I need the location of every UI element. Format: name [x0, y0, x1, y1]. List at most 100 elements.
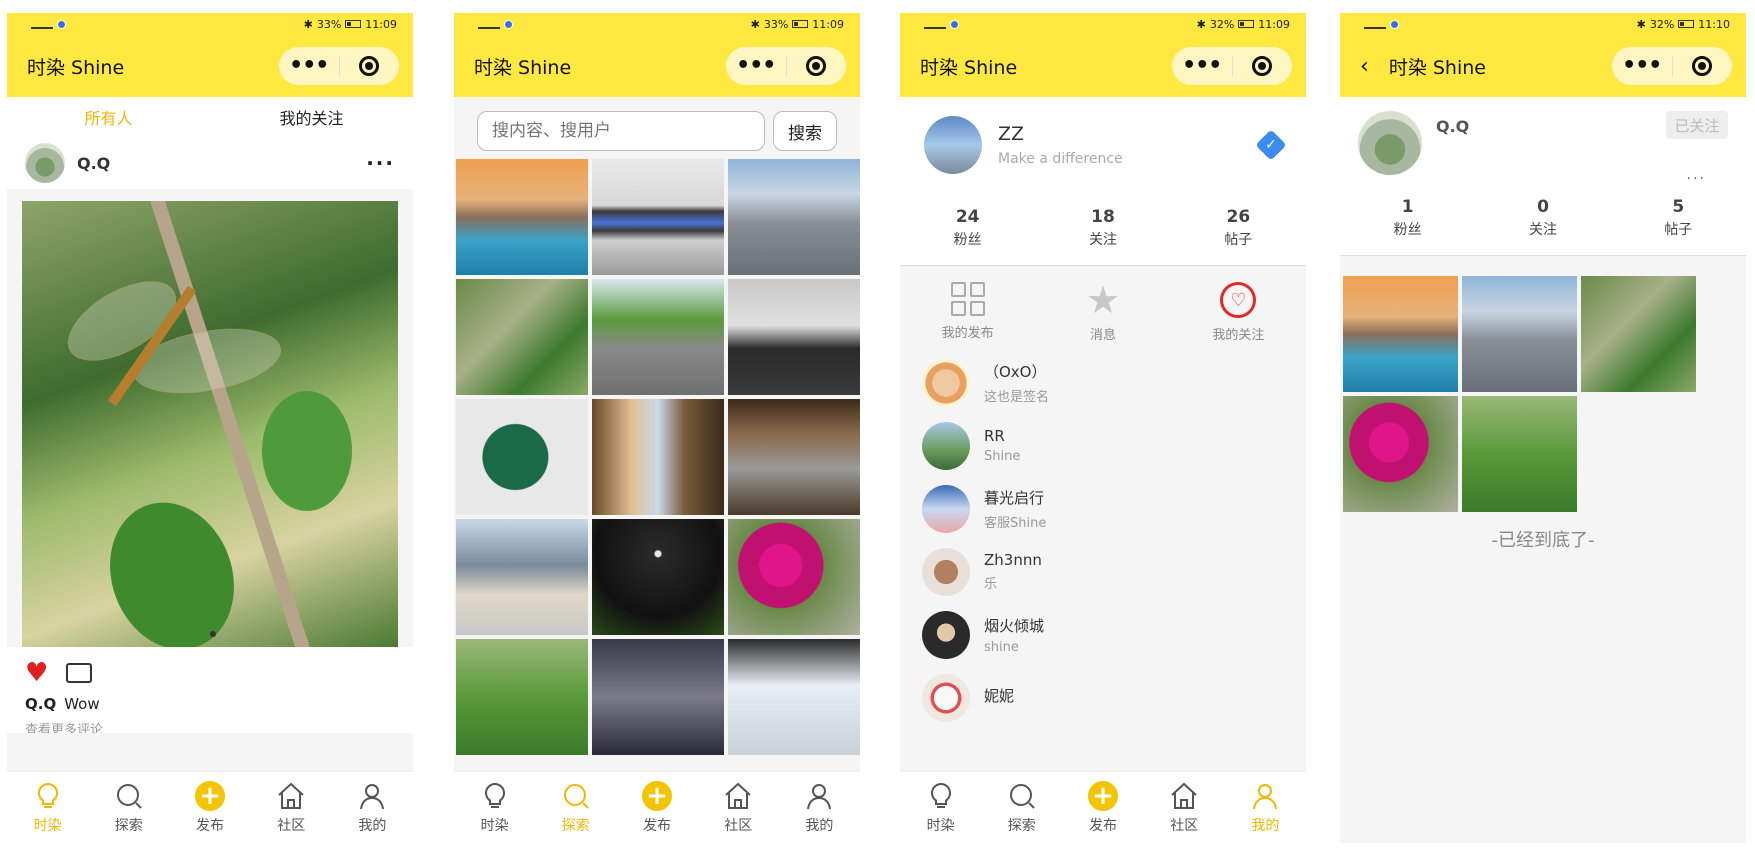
tab-community[interactable]: 社区: [1144, 772, 1225, 843]
post-username[interactable]: Q.Q: [77, 154, 366, 173]
photo-tile[interactable]: [728, 519, 860, 635]
tab-shiran[interactable]: 时染: [900, 772, 981, 843]
photo-tile[interactable]: [1343, 276, 1458, 392]
tab-explore[interactable]: 探索: [981, 772, 1062, 843]
profile-header: ZZ Make a difference ✓: [900, 97, 1306, 193]
tab-explore[interactable]: 探索: [88, 772, 169, 843]
list-item[interactable]: 妮妮: [922, 666, 1284, 729]
miniprogram-capsule: •••: [1612, 47, 1732, 85]
more-menu-icon[interactable]: •••: [726, 47, 786, 85]
clock: 11:10: [1698, 17, 1730, 31]
photo-tile[interactable]: [592, 159, 724, 275]
view-comments-link[interactable]: 查看更多评论: [7, 719, 413, 733]
photo-tile[interactable]: [728, 639, 860, 755]
avatar: [922, 673, 970, 722]
more-menu-icon[interactable]: •••: [279, 47, 339, 85]
app-title: 时染 Shine: [920, 56, 1018, 79]
heart-icon: ♡: [1220, 282, 1257, 318]
tab-everyone[interactable]: 所有人: [7, 105, 210, 129]
photo-tile[interactable]: [456, 399, 588, 515]
tab-community[interactable]: 社区: [698, 772, 779, 843]
stat-posts[interactable]: 5 帖子: [1611, 197, 1746, 239]
tab-me[interactable]: 我的: [779, 772, 860, 843]
following-list: （OxO） 这也是签名 RR Shine 暮光启行 客服Shine Zh3nnn 乐 烟…: [900, 351, 1306, 729]
tab-bar: 时染 探索 + 发布 社区 我的: [7, 771, 413, 843]
tab-publish[interactable]: + 发布: [169, 772, 250, 843]
photo-tile[interactable]: [592, 519, 724, 635]
photo-tile[interactable]: [592, 639, 724, 755]
caption-username[interactable]: Q.Q: [25, 695, 56, 713]
avatar[interactable]: [1358, 111, 1422, 175]
app-title: 时染 Shine: [27, 56, 125, 79]
photo-tile[interactable]: [456, 519, 588, 635]
photo-tile[interactable]: [456, 639, 588, 755]
tab-label: 时染: [926, 817, 955, 834]
tab-shiran[interactable]: 时染: [7, 772, 88, 843]
photo-tile[interactable]: [1343, 396, 1458, 512]
stat-posts[interactable]: 26 帖子: [1171, 207, 1306, 249]
leaf-shape: [89, 485, 255, 647]
photo-tile[interactable]: [592, 399, 724, 515]
menu-messages[interactable]: ★ 消息: [1035, 281, 1170, 343]
avatar[interactable]: [924, 116, 982, 174]
tab-publish[interactable]: + 发布: [1062, 772, 1143, 843]
more-menu-icon[interactable]: •••: [1172, 47, 1232, 85]
status-bar: ✱ 32% 11:09: [900, 13, 1306, 35]
tab-following[interactable]: 我的关注: [210, 105, 413, 129]
tab-me[interactable]: 我的: [1225, 772, 1306, 843]
post-image[interactable]: [22, 201, 398, 647]
list-item[interactable]: Zh3nnn 乐: [922, 540, 1284, 603]
post-more-button[interactable]: ···: [366, 151, 395, 175]
menu-my-following[interactable]: ♡ 我的关注: [1171, 282, 1306, 343]
avatar: [922, 547, 970, 596]
menu-my-posts[interactable]: 我的发布: [900, 282, 1035, 343]
close-miniprogram-button[interactable]: [787, 56, 847, 76]
verified-badge-icon: ✓: [1255, 129, 1287, 161]
list-item[interactable]: 暮光启行 客服Shine: [922, 477, 1284, 540]
bulb-icon: [930, 782, 951, 808]
tab-community[interactable]: 社区: [251, 772, 332, 843]
plus-icon: +: [195, 780, 225, 811]
photo-tile[interactable]: [1462, 276, 1577, 392]
back-icon[interactable]: ‹: [1360, 54, 1369, 79]
like-icon[interactable]: ♥: [25, 660, 48, 686]
photo-tile[interactable]: [592, 279, 724, 395]
list-item[interactable]: 烟火倾城 shine: [922, 603, 1284, 666]
stat-followers[interactable]: 1 粉丝: [1340, 197, 1475, 239]
photo-tile[interactable]: [728, 399, 860, 515]
avatar: [922, 421, 970, 470]
stat-followers[interactable]: 24 粉丝: [900, 207, 1035, 249]
miniprogram-capsule: •••: [726, 47, 846, 85]
search-input[interactable]: [477, 111, 765, 151]
list-item[interactable]: RR Shine: [922, 414, 1284, 477]
followed-button[interactable]: 已关注: [1666, 111, 1728, 139]
image-pager-dot: [210, 631, 216, 637]
avatar[interactable]: [25, 143, 65, 183]
photo-tile[interactable]: [1462, 396, 1577, 512]
close-miniprogram-button[interactable]: [1233, 56, 1293, 76]
close-miniprogram-button[interactable]: [340, 56, 400, 76]
menu-label: 我的关注: [1212, 328, 1265, 343]
search-button[interactable]: 搜索: [773, 111, 837, 151]
more-menu-icon[interactable]: •••: [1612, 47, 1672, 85]
tab-shiran[interactable]: 时染: [454, 772, 535, 843]
photo-tile[interactable]: [728, 279, 860, 395]
photo-tile[interactable]: [1581, 276, 1696, 392]
feed-screen: ✱ 33% 11:09 时染 Shine ••• 所有人 我的关注 Q.Q ··· …: [7, 13, 413, 843]
close-miniprogram-button[interactable]: [1673, 56, 1733, 76]
tab-explore[interactable]: 探索: [535, 772, 616, 843]
tab-publish[interactable]: + 发布: [616, 772, 697, 843]
photo-tile[interactable]: [456, 159, 588, 275]
tab-label: 社区: [1170, 817, 1199, 834]
comment-icon[interactable]: [66, 663, 93, 683]
stat-following[interactable]: 0 关注: [1475, 197, 1610, 239]
photo-tile[interactable]: [456, 279, 588, 395]
profile-name: ZZ: [998, 123, 1025, 145]
signal-icon: [31, 20, 53, 29]
tab-me[interactable]: 我的: [332, 772, 413, 843]
user-posts-grid: [1340, 256, 1746, 512]
photo-tile[interactable]: [728, 159, 860, 275]
grid-icon: [950, 282, 985, 316]
stat-following[interactable]: 18 关注: [1035, 207, 1170, 249]
list-item[interactable]: （OxO） 这也是签名: [922, 351, 1284, 414]
